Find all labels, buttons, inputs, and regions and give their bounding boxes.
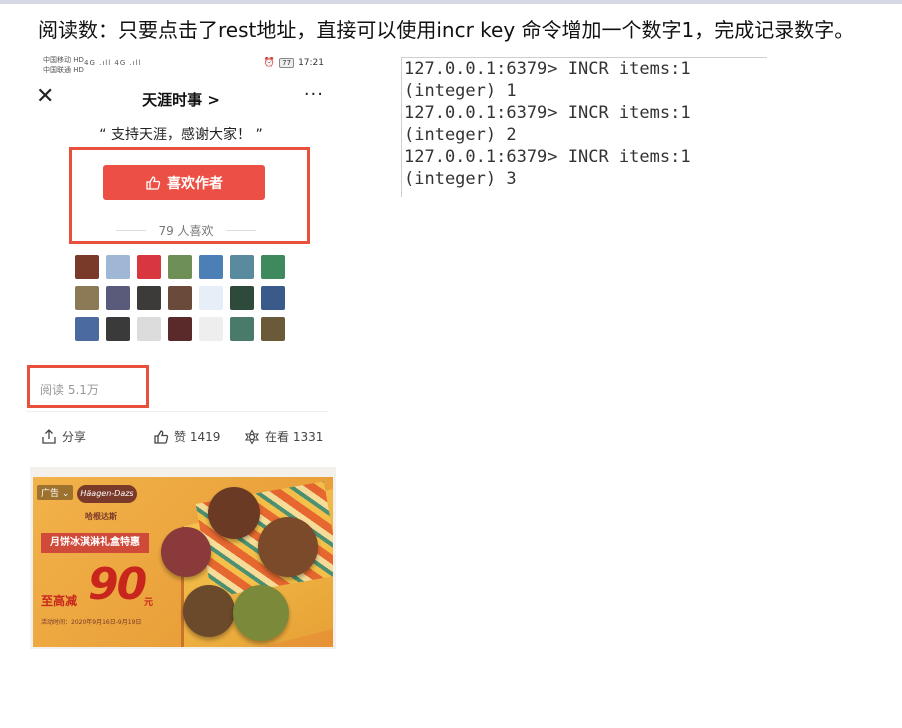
ad-banner[interactable]: 广告 ⌄ Häagen-Dazs 哈根达斯 月饼冰淇淋礼盒特惠 至高减 90 元…: [30, 467, 336, 649]
liker-avatar[interactable]: [199, 286, 223, 310]
action-bar: 分享 赞 1419 在看 1331: [26, 428, 336, 448]
battery-icon: 77: [279, 58, 295, 68]
mooncake-image: [208, 487, 260, 539]
liker-avatar[interactable]: [137, 255, 161, 279]
liker-avatar[interactable]: [230, 255, 254, 279]
liker-avatar[interactable]: [75, 286, 99, 310]
promo-amount: 90: [88, 559, 147, 610]
liker-avatar[interactable]: [168, 317, 192, 341]
flower-icon: [244, 428, 260, 445]
liker-avatar[interactable]: [199, 255, 223, 279]
terminal-line: (integer) 1: [404, 81, 517, 101]
liker-avatar[interactable]: [137, 317, 161, 341]
carrier-info: 中国移动 HD 中国联通 HD: [43, 55, 84, 75]
share-icon: [42, 428, 56, 444]
caption-text: 阅读数：只要点击了rest地址，直接可以使用incr key 命令增加一个数字1…: [38, 18, 855, 42]
terminal-line: 127.0.0.1:6379> INCR items:1: [404, 103, 691, 123]
status-bar: 中国移动 HD 中国联通 HD 4G .ıll 4G .ıll ⏰ 77 17:…: [26, 50, 336, 76]
mooncake-image: [183, 585, 235, 637]
carrier-1: 中国移动 HD: [43, 56, 84, 64]
ad-image[interactable]: 广告 ⌄ Häagen-Dazs 哈根达斯 月饼冰淇淋礼盒特惠 至高减 90 元…: [33, 477, 333, 647]
carrier-2: 中国联通 HD: [43, 66, 84, 74]
share-label: 分享: [62, 430, 87, 444]
mooncake-image: [233, 585, 289, 641]
like-label: 赞 1419: [174, 430, 221, 444]
thumbs-up-icon: [154, 429, 169, 444]
liker-avatar[interactable]: [261, 286, 285, 310]
terminal-line: 127.0.0.1:6379> INCR items:1: [404, 59, 691, 79]
liker-avatar[interactable]: [199, 317, 223, 341]
terminal-line: 127.0.0.1:6379> INCR items:1: [404, 147, 691, 167]
liker-avatar[interactable]: [230, 286, 254, 310]
mooncake-image: [258, 517, 318, 577]
more-icon[interactable]: ···: [304, 84, 324, 105]
redis-terminal: 127.0.0.1:6379> INCR items:1 (integer) 1…: [401, 57, 767, 197]
like-button[interactable]: 赞 1419: [153, 428, 220, 445]
terminal-line: (integer) 2: [404, 125, 517, 145]
terminal-line: (integer) 3: [404, 169, 517, 189]
clock-time: 17:21: [298, 58, 324, 68]
mooncake-image: [161, 527, 211, 577]
brand-logo: Häagen-Dazs: [77, 485, 137, 503]
signal-icon: 4G .ıll 4G .ıll: [84, 59, 142, 67]
liker-avatar[interactable]: [261, 317, 285, 341]
promo-unit: 元: [144, 598, 154, 608]
watching-label: 在看 1331: [265, 430, 324, 444]
thumbs-up-icon: [146, 175, 161, 190]
promo-banner: 月饼冰淇淋礼盒特惠: [41, 533, 149, 553]
liker-avatar[interactable]: [106, 317, 130, 341]
account-title[interactable]: 天涯时事 >: [26, 89, 336, 110]
promo-prefix: 至高减: [41, 594, 78, 608]
top-border: [0, 0, 902, 4]
nav-bar: ✕ 天涯时事 > ···: [26, 80, 336, 116]
divider: [26, 411, 328, 412]
alarm-icon: ⏰: [263, 58, 276, 68]
share-button[interactable]: 分享: [41, 428, 86, 445]
watching-button[interactable]: 在看 1331: [244, 428, 323, 445]
like-author-label: 喜欢作者: [167, 175, 223, 192]
liker-avatar[interactable]: [137, 286, 161, 310]
liker-avatars: [75, 255, 293, 341]
like-author-button[interactable]: 喜欢作者: [103, 165, 265, 200]
promo-time: 活动时间：2020年9月16日-9月19日: [41, 619, 142, 626]
phone-screenshot: 中国移动 HD 中国联通 HD 4G .ıll 4G .ıll ⏰ 77 17:…: [26, 50, 336, 655]
liker-avatar[interactable]: [168, 255, 192, 279]
brand-name: 哈根达斯: [85, 512, 117, 521]
liker-avatar[interactable]: [75, 317, 99, 341]
read-count: 阅读 5.1万: [40, 383, 99, 397]
liker-avatar[interactable]: [261, 255, 285, 279]
status-right: ⏰ 77 17:21: [264, 58, 324, 68]
author-quote: “ 支持天涯，感谢大家！ ”: [99, 127, 263, 143]
liker-avatar[interactable]: [230, 317, 254, 341]
ad-tag[interactable]: 广告 ⌄: [37, 485, 74, 500]
liker-avatar[interactable]: [106, 255, 130, 279]
liker-avatar[interactable]: [75, 255, 99, 279]
liker-avatar[interactable]: [168, 286, 192, 310]
liker-avatar[interactable]: [106, 286, 130, 310]
like-count: 79 人喜欢: [116, 222, 256, 239]
